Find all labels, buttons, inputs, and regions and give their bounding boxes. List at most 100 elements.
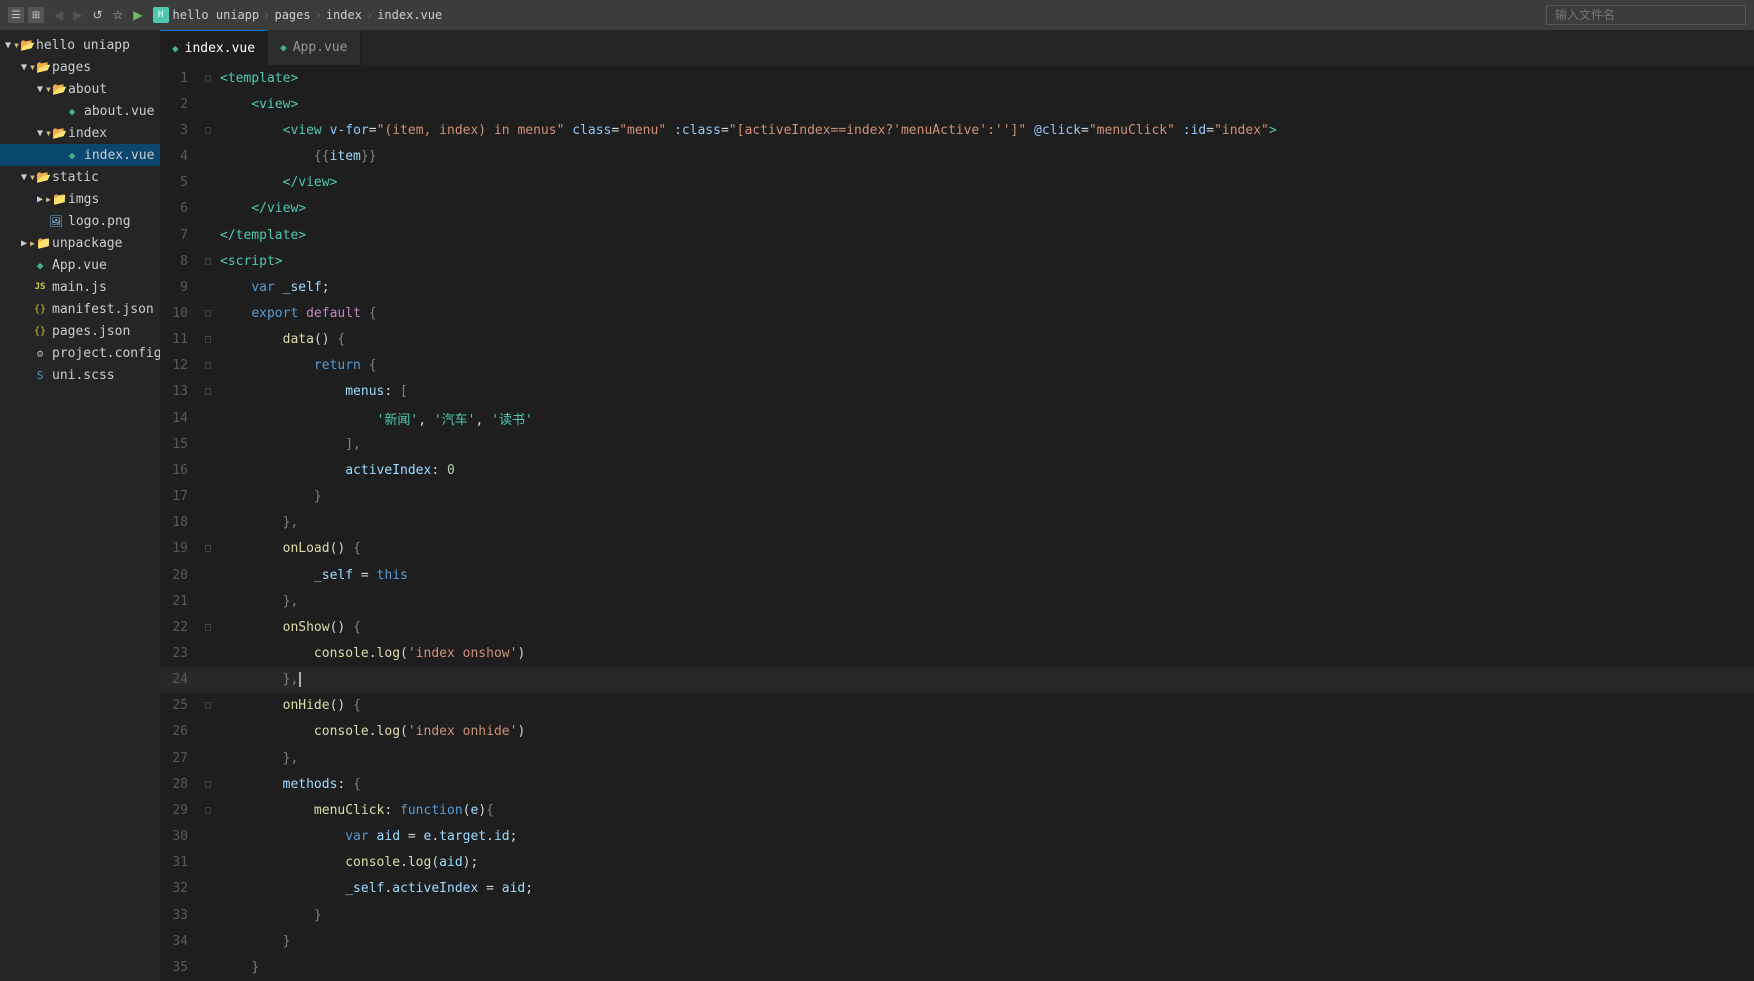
breadcrumb-icon: H bbox=[153, 7, 169, 23]
tab-index-vue[interactable]: ◆ index.vue bbox=[160, 30, 268, 65]
tree-label-pages: pages bbox=[52, 60, 91, 75]
tree-label-about: about bbox=[68, 82, 107, 97]
window-icon-btn[interactable]: ⊞ bbox=[28, 7, 44, 23]
tree-label-index: index bbox=[68, 126, 107, 141]
window-menu-btn[interactable]: ☰ bbox=[8, 7, 24, 23]
code-line: 5 </view> bbox=[160, 170, 1754, 196]
tab-app-vue-icon: ◆ bbox=[280, 41, 287, 54]
tree-label-manifest-json: manifest.json bbox=[52, 302, 154, 317]
sidebar-item-manifest-json[interactable]: {} manifest.json bbox=[0, 298, 160, 320]
breadcrumb: H hello uniapp › pages › index › index.v… bbox=[153, 7, 1540, 23]
tab-bar: ◆ index.vue ◆ App.vue bbox=[160, 30, 1754, 65]
breadcrumb-index[interactable]: index bbox=[326, 8, 362, 22]
tab-app-vue[interactable]: ◆ App.vue bbox=[268, 30, 360, 65]
nav-forward-btn[interactable]: ▶ bbox=[69, 6, 86, 24]
code-line: 17 } bbox=[160, 484, 1754, 510]
code-line: 1 □ <template> bbox=[160, 65, 1754, 91]
js-icon: JS bbox=[32, 279, 48, 295]
code-line: 34 } bbox=[160, 928, 1754, 954]
tree-label-imgs: imgs bbox=[68, 192, 99, 207]
file-search-input[interactable] bbox=[1546, 5, 1746, 25]
tree-label-project-config: project.config.... bbox=[52, 346, 160, 361]
code-line: 19 □ onLoad() { bbox=[160, 536, 1754, 562]
tree-label-pages-json: pages.json bbox=[52, 324, 130, 339]
code-line: 28 □ methods: { bbox=[160, 771, 1754, 797]
code-line: 8 □ <script> bbox=[160, 248, 1754, 274]
sidebar-item-uni-scss[interactable]: Suni.scss bbox=[0, 364, 160, 386]
tree-label-main-js: main.js bbox=[52, 280, 107, 295]
folder-icon: ▾📂 bbox=[48, 125, 64, 141]
code-line: 31 console.log(aid); bbox=[160, 850, 1754, 876]
nav-refresh-btn[interactable]: ↺ bbox=[88, 6, 106, 24]
tree-label-logo-png: logo.png bbox=[68, 214, 131, 229]
root-icon: ▾📂 bbox=[16, 37, 32, 53]
vue-icon: ◆ bbox=[64, 103, 80, 119]
nav-controls: ◀ ▶ ↺ ☆ ▶ bbox=[50, 6, 147, 24]
sidebar-item-index[interactable]: ▼▾📂index bbox=[0, 122, 160, 144]
sidebar-item-unpackage[interactable]: ▶▸📁unpackage bbox=[0, 232, 160, 254]
nav-back-btn[interactable]: ◀ bbox=[50, 6, 67, 24]
sidebar-item-main-js[interactable]: JS main.js bbox=[0, 276, 160, 298]
editor-area: ◆ index.vue ◆ App.vue 1 □ <template> 2 bbox=[160, 30, 1754, 981]
sidebar-item-logo-png[interactable]: 🖼logo.png bbox=[0, 210, 160, 232]
sidebar-item-project-config[interactable]: ⚙ project.config.... bbox=[0, 342, 160, 364]
breadcrumb-file[interactable]: index.vue bbox=[377, 8, 442, 22]
main-layout: ▼▾📂hello uniapp▼▾📂pages▼▾📂about◆about.vu… bbox=[0, 30, 1754, 981]
folder-icon: ▸📁 bbox=[32, 235, 48, 251]
sidebar-item-about-vue[interactable]: ◆ about.vue bbox=[0, 100, 160, 122]
code-line: 33 } bbox=[160, 902, 1754, 928]
folder-icon: ▾📂 bbox=[32, 59, 48, 75]
code-line: 7 </template> bbox=[160, 222, 1754, 248]
config-icon: ⚙ bbox=[32, 345, 48, 361]
json-icon: {} bbox=[32, 301, 48, 317]
code-line: 35 } bbox=[160, 954, 1754, 981]
code-line: 22 □ onShow() { bbox=[160, 614, 1754, 640]
sidebar-item-pages[interactable]: ▼▾📂pages bbox=[0, 56, 160, 78]
tab-vue-icon: ◆ bbox=[172, 42, 179, 55]
code-line: 15 ], bbox=[160, 431, 1754, 457]
code-line: 26 console.log('index onhide') bbox=[160, 719, 1754, 745]
code-line: 14 '新闻', '汽车', '读书' bbox=[160, 405, 1754, 431]
code-lines: 1 □ <template> 2 <view> 3 □ <view v-for=… bbox=[160, 65, 1754, 981]
tab-app-label: App.vue bbox=[293, 40, 348, 55]
folder-icon: ▸📁 bbox=[48, 191, 64, 207]
nav-star-btn[interactable]: ☆ bbox=[109, 6, 128, 24]
code-line: 20 _self = this bbox=[160, 562, 1754, 588]
code-line: 10 □ export default { bbox=[160, 300, 1754, 326]
tree-label-about-vue: about.vue bbox=[84, 104, 154, 119]
folder-icon: ▾📂 bbox=[48, 81, 64, 97]
title-bar: ☰ ⊞ ◀ ▶ ↺ ☆ ▶ H hello uniapp › pages › i… bbox=[0, 0, 1754, 30]
sidebar-item-imgs[interactable]: ▶▸📁imgs bbox=[0, 188, 160, 210]
sidebar-item-static[interactable]: ▼▾📂static bbox=[0, 166, 160, 188]
tree-label-hello-uniapp: hello uniapp bbox=[36, 38, 130, 53]
editor-content[interactable]: 1 □ <template> 2 <view> 3 □ <view v-for=… bbox=[160, 65, 1754, 981]
vue-icon: ◆ bbox=[32, 257, 48, 273]
code-line: 23 console.log('index onshow') bbox=[160, 640, 1754, 666]
json-icon: {} bbox=[32, 323, 48, 339]
code-line: 21 }, bbox=[160, 588, 1754, 614]
sidebar-item-app-vue[interactable]: ◆ App.vue bbox=[0, 254, 160, 276]
tree-label-index-vue: index.vue bbox=[84, 148, 154, 163]
tree-label-unpackage: unpackage bbox=[52, 236, 122, 251]
code-line: 16 activeIndex: 0 bbox=[160, 457, 1754, 483]
sidebar-item-pages-json[interactable]: {} pages.json bbox=[0, 320, 160, 342]
tree-label-app-vue: App.vue bbox=[52, 258, 107, 273]
code-line: 29 □ menuClick: function(e){ bbox=[160, 797, 1754, 823]
code-line-current: 24 }, bbox=[160, 667, 1754, 693]
tree-label-static: static bbox=[52, 170, 99, 185]
sidebar-item-about[interactable]: ▼▾📂about bbox=[0, 78, 160, 100]
sidebar-item-index-vue[interactable]: ◆ index.vue bbox=[0, 144, 160, 166]
nav-run-btn[interactable]: ▶ bbox=[129, 6, 146, 24]
vue-icon: ◆ bbox=[64, 147, 80, 163]
css-icon: S bbox=[32, 367, 48, 383]
code-line: 2 <view> bbox=[160, 91, 1754, 117]
tree-label-uni-scss: uni.scss bbox=[52, 368, 115, 383]
window-controls: ☰ ⊞ bbox=[8, 7, 44, 23]
code-line: 30 var aid = e.target.id; bbox=[160, 824, 1754, 850]
breadcrumb-app[interactable]: hello uniapp bbox=[173, 8, 260, 22]
code-line: 9 var _self; bbox=[160, 274, 1754, 300]
sidebar-item-hello-uniapp[interactable]: ▼▾📂hello uniapp bbox=[0, 34, 160, 56]
code-line: 25 □ onHide() { bbox=[160, 693, 1754, 719]
breadcrumb-pages[interactable]: pages bbox=[274, 8, 310, 22]
code-line: 12 □ return { bbox=[160, 353, 1754, 379]
